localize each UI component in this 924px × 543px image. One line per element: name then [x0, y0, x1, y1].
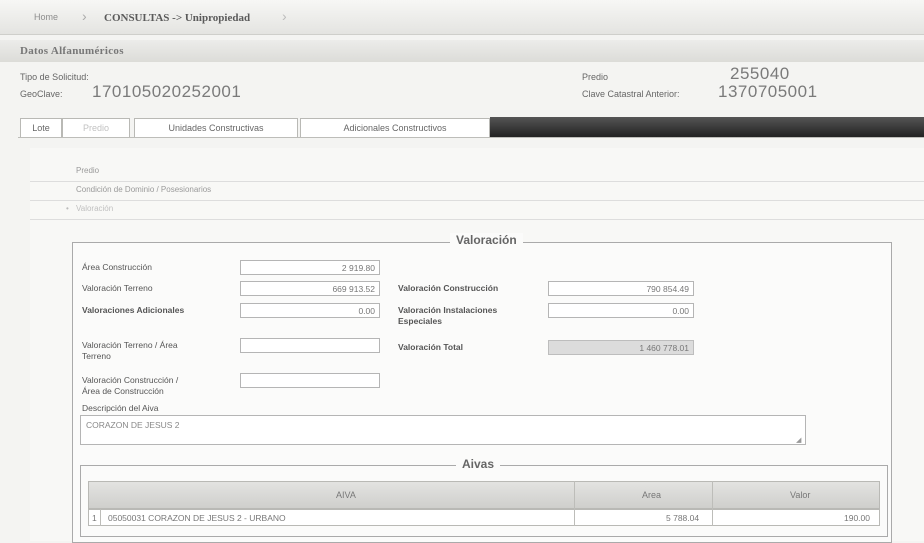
tab-strip-background: [490, 117, 924, 137]
valoracion-construccion-label: Valoración Construcción: [398, 283, 499, 293]
aiva-cell: 05050031 CORAZON DE JESUS 2 - URBANO: [108, 513, 286, 523]
aivas-table-header: [88, 481, 880, 509]
resize-grip-icon[interactable]: ◢: [796, 436, 804, 444]
accordion-label: Predio: [76, 166, 100, 175]
tab-unidades-constructivas[interactable]: Unidades Constructivas: [134, 118, 298, 137]
accordion-label: Valoración: [76, 204, 114, 213]
tab-adicionales-constructivos[interactable]: Adicionales Constructivos: [300, 118, 490, 137]
column-divider: [712, 481, 713, 526]
column-divider: [100, 509, 101, 526]
area-construccion-field[interactable]: 2 919.80: [240, 260, 380, 275]
column-divider: [574, 481, 575, 526]
column-header-valor[interactable]: Valor: [790, 490, 810, 500]
bullet-icon: •: [66, 204, 69, 213]
clave-anterior-value: 1370705001: [718, 82, 818, 101]
area-cell: 5 788.04: [666, 513, 700, 523]
descripcion-label: Descripción del Aiva: [82, 403, 159, 413]
accordion-valoracion[interactable]: • Valoración: [30, 199, 924, 220]
section-title: Datos Alfanuméricos: [20, 45, 124, 57]
valoracion-terreno-field[interactable]: 669 913.52: [240, 281, 380, 296]
valoracion-instalaciones-label-line2: Especiales: [398, 316, 442, 326]
valoracion-instalaciones-label: Valoración Instalaciones: [398, 305, 498, 315]
aivas-legend: Aivas: [456, 457, 501, 471]
tab-lote[interactable]: Lote: [20, 118, 62, 137]
clave-anterior-label: Clave Catastral Anterior:: [582, 89, 680, 99]
breadcrumb-separator-icon: ›: [282, 8, 287, 24]
descripcion-textarea[interactable]: CORAZON DE JESUS 2: [80, 415, 806, 445]
valoracion-construccion-area-field[interactable]: [240, 373, 380, 388]
area-construccion-label: Área Construcción: [82, 262, 152, 272]
tab-predio[interactable]: Predio: [62, 118, 130, 137]
column-header-area[interactable]: Area: [642, 490, 661, 500]
column-header-aiva[interactable]: AIVA: [336, 490, 356, 500]
tab-divider: [18, 137, 924, 138]
predio-label: Predio: [582, 72, 609, 82]
geoclave-label: GeoClave:: [20, 89, 63, 99]
geoclave-value: 170105020252001: [92, 82, 242, 101]
valoracion-terreno-label: Valoración Terreno: [82, 283, 153, 293]
predio-value: 255040: [730, 64, 790, 83]
valoraciones-adicionales-label: Valoraciones Adicionales: [82, 305, 185, 315]
valoracion-construccion-area-label: Valoración Construcción /: [82, 375, 179, 385]
valoracion-total-field: 1 460 778.01: [548, 340, 694, 355]
valoracion-legend: Valoración: [450, 233, 523, 247]
valoracion-terreno-area-label: Valoración Terreno / Área: [82, 340, 178, 350]
section-header: [0, 40, 924, 62]
breadcrumb-home-link[interactable]: Home: [34, 12, 58, 22]
accordion-label: Condición de Dominio / Posesionarios: [76, 185, 212, 194]
valoracion-total-label: Valoración Total: [398, 342, 464, 352]
valor-cell: 190.00: [844, 513, 870, 523]
valoracion-construccion-field[interactable]: 790 854.49: [548, 281, 694, 296]
accordion-condicion-dominio[interactable]: Condición de Dominio / Posesionarios: [30, 180, 924, 201]
accordion-predio[interactable]: Predio: [30, 161, 924, 182]
valoracion-instalaciones-field[interactable]: 0.00: [548, 303, 694, 318]
row-number: 1: [92, 513, 97, 523]
valoracion-construccion-area-label-line2: Área de Construcción: [82, 386, 164, 396]
valoraciones-adicionales-field[interactable]: 0.00: [240, 303, 380, 318]
breadcrumb-current: CONSULTAS -> Unipropiedad: [104, 12, 251, 24]
valoracion-terreno-area-field[interactable]: [240, 338, 380, 353]
valoracion-terreno-area-label-line2: Terreno: [82, 351, 111, 361]
tipo-solicitud-label: Tipo de Solicitud:: [20, 72, 89, 82]
breadcrumb-separator-icon: ›: [82, 8, 87, 24]
